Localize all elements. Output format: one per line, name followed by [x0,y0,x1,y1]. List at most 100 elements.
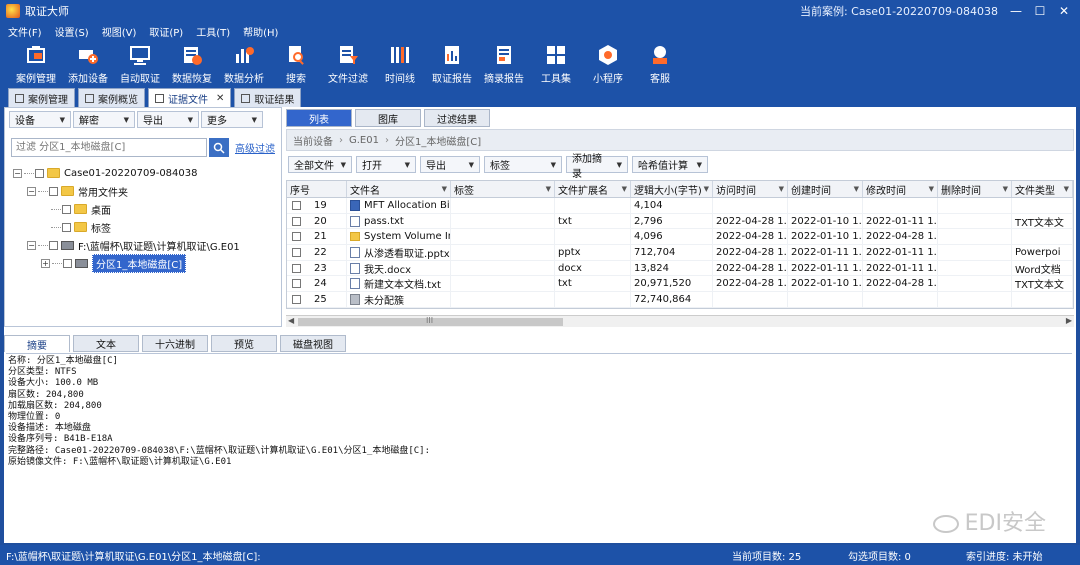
tag-dropdown[interactable]: 标签 ▼ [484,156,562,173]
row-checkbox[interactable] [292,216,301,226]
tab-forensic-results[interactable]: 取证结果 [234,88,302,107]
table-row[interactable]: 23 我天.docx docx 13,824 2022-04-28 1... 2022-0… [287,260,1073,277]
collapse-icon[interactable]: − [13,168,22,178]
filter-input[interactable] [11,138,207,157]
filter-icon[interactable]: ▼ [929,185,934,193]
tab-preview[interactable]: 预览 [211,335,277,352]
filter-icon[interactable]: ▼ [622,185,627,193]
menu-settings[interactable]: 设置(S) [55,24,89,39]
hash-calc-dropdown[interactable]: 哈希值计算 ▼ [632,156,708,173]
col-no[interactable]: 序号 [287,181,347,197]
filter-icon[interactable]: ▼ [779,185,784,193]
export-file-dropdown[interactable]: 导出 ▼ [420,156,480,173]
scroll-right-icon[interactable]: ▶ [1066,316,1072,325]
table-row[interactable]: 21System Volume In...4,0962022-04-28 1..… [287,229,1073,246]
scroll-thumb[interactable]: III [298,316,563,326]
file-filter-button[interactable]: 文件过滤 [322,40,374,86]
expand-icon[interactable]: + [41,258,50,268]
row-checkbox[interactable] [292,263,301,273]
col-type[interactable]: 文件类型 ▼ [1012,181,1073,197]
row-checkbox[interactable] [292,247,301,257]
col-delete[interactable]: 删除时间 ▼ [938,181,1012,197]
decrypt-dropdown[interactable]: 解密 ▼ [73,111,135,128]
breadcrumb-device[interactable]: 当前设备 [293,133,333,148]
tab-case-manage[interactable]: 案例管理 [8,88,75,107]
tree-node-image-file[interactable]: − F:\蓝帽杯\取证题\计算机取证\G.E01 [13,236,279,254]
tab-evidence-files[interactable]: 证据文件 ✕ [148,88,232,107]
minimize-button[interactable]: — [1004,4,1028,18]
row-checkbox[interactable] [292,279,301,289]
case-manage-button[interactable]: 案例管理 [10,40,62,86]
tab-list[interactable]: 列表 [286,109,352,127]
tab-summary[interactable]: 摘要 [4,335,70,352]
customer-service-button[interactable]: 客服 [634,40,686,86]
col-modify[interactable]: 修改时间 ▼ [863,181,938,197]
export-dropdown[interactable]: 导出 ▼ [137,111,199,128]
advanced-filter-link[interactable]: 高级过滤 [235,140,275,155]
add-device-button[interactable]: 添加设备 [62,40,114,86]
filter-icon[interactable]: ▼ [854,185,859,193]
menu-tools[interactable]: 工具(T) [196,24,230,39]
filter-icon[interactable]: ▼ [704,185,709,193]
search-button[interactable]: 搜索 [270,40,322,86]
menu-file[interactable]: 文件(F) [8,24,42,39]
col-name[interactable]: 文件名 ▼ [347,181,451,197]
row-checkbox[interactable] [292,294,301,304]
excerpt-report-button[interactable]: 摘录报告 [478,40,530,86]
filter-icon[interactable]: ▼ [442,185,447,193]
tree-checkbox[interactable] [49,186,58,196]
breadcrumb-partition[interactable]: 分区1_本地磁盘[C] [395,133,481,148]
tree-checkbox[interactable] [49,240,58,250]
filter-icon[interactable]: ▼ [1064,185,1069,193]
tab-hex[interactable]: 十六进制 [142,335,208,352]
table-row[interactable]: 24 新建文本文档.txt txt 20,971,520 2022-04-28 1...… [287,276,1073,293]
filter-icon[interactable]: ▼ [1003,185,1008,193]
table-row[interactable]: 20 pass.txt txt 2,796 2022-04-28 1... 2022-01… [287,213,1073,230]
row-checkbox[interactable] [292,232,301,242]
col-tag[interactable]: 标签 ▼ [451,181,555,197]
data-analysis-button[interactable]: 数据分析 [218,40,270,86]
filter-search-button[interactable] [209,138,229,157]
menu-forensics[interactable]: 取证(P) [149,24,183,39]
collapse-icon[interactable]: − [27,186,36,196]
table-row[interactable]: 25 未分配簇 72,740,864 [287,292,1073,308]
table-row[interactable]: 19MFT Allocation Bit... 4,104 [287,198,1073,214]
tab-filter-results[interactable]: 过滤结果 [424,109,490,127]
tab-disk-view[interactable]: 磁盘视图 [280,335,346,352]
tree-node-partition[interactable]: + 分区1_本地磁盘[C] [13,253,279,273]
add-excerpt-dropdown[interactable]: 添加摘录 ▼ [566,154,628,180]
col-ext[interactable]: 文件扩展名 ▼ [555,181,631,197]
all-files-dropdown[interactable]: 全部文件 ▼ [288,156,352,173]
tree-checkbox[interactable] [62,204,71,214]
menu-view[interactable]: 视图(V) [102,24,137,39]
mini-program-button[interactable]: 小程序 [582,40,634,86]
toolset-button[interactable]: 工具集 [530,40,582,86]
open-dropdown[interactable]: 打开 ▼ [356,156,416,173]
data-recovery-button[interactable]: 数据恢复 [166,40,218,86]
maximize-button[interactable]: ☐ [1028,4,1052,18]
col-access[interactable]: 访问时间 ▼ [713,181,788,197]
tree-node-tags[interactable]: 标签 [13,218,279,236]
breadcrumb-image[interactable]: G.E01 [349,135,379,146]
tree-checkbox[interactable] [35,168,44,178]
horizontal-scrollbar[interactable]: ◀ III ▶ [286,315,1074,327]
tree-checkbox[interactable] [63,258,72,268]
col-create[interactable]: 创建时间 ▼ [788,181,863,197]
scroll-left-icon[interactable]: ◀ [288,316,294,325]
tab-gallery[interactable]: 图库 [355,109,421,127]
tab-close-icon[interactable]: ✕ [216,93,224,104]
forensic-report-button[interactable]: 取证报告 [426,40,478,86]
timeline-button[interactable]: 时间线 [374,40,426,86]
tree-node-desktop[interactable]: 桌面 [13,200,279,218]
row-checkbox[interactable] [292,200,301,210]
filter-icon[interactable]: ▼ [546,185,551,193]
device-dropdown[interactable]: 设备 ▼ [9,111,71,128]
tree-node-case[interactable]: − Case01-20220709-084038 [13,164,279,182]
table-row[interactable]: 22 从渗透看取证.pptx pptx 712,704 2022-04-28 1... 2… [287,245,1073,261]
close-button[interactable]: ✕ [1052,4,1076,18]
collapse-icon[interactable]: − [27,240,36,250]
tab-text[interactable]: 文本 [73,335,139,352]
col-size[interactable]: 逻辑大小(字节) ▼ [631,181,713,197]
auto-forensics-button[interactable]: 自动取证 [114,40,166,86]
tab-case-overview[interactable]: 案例概览 [78,88,145,107]
